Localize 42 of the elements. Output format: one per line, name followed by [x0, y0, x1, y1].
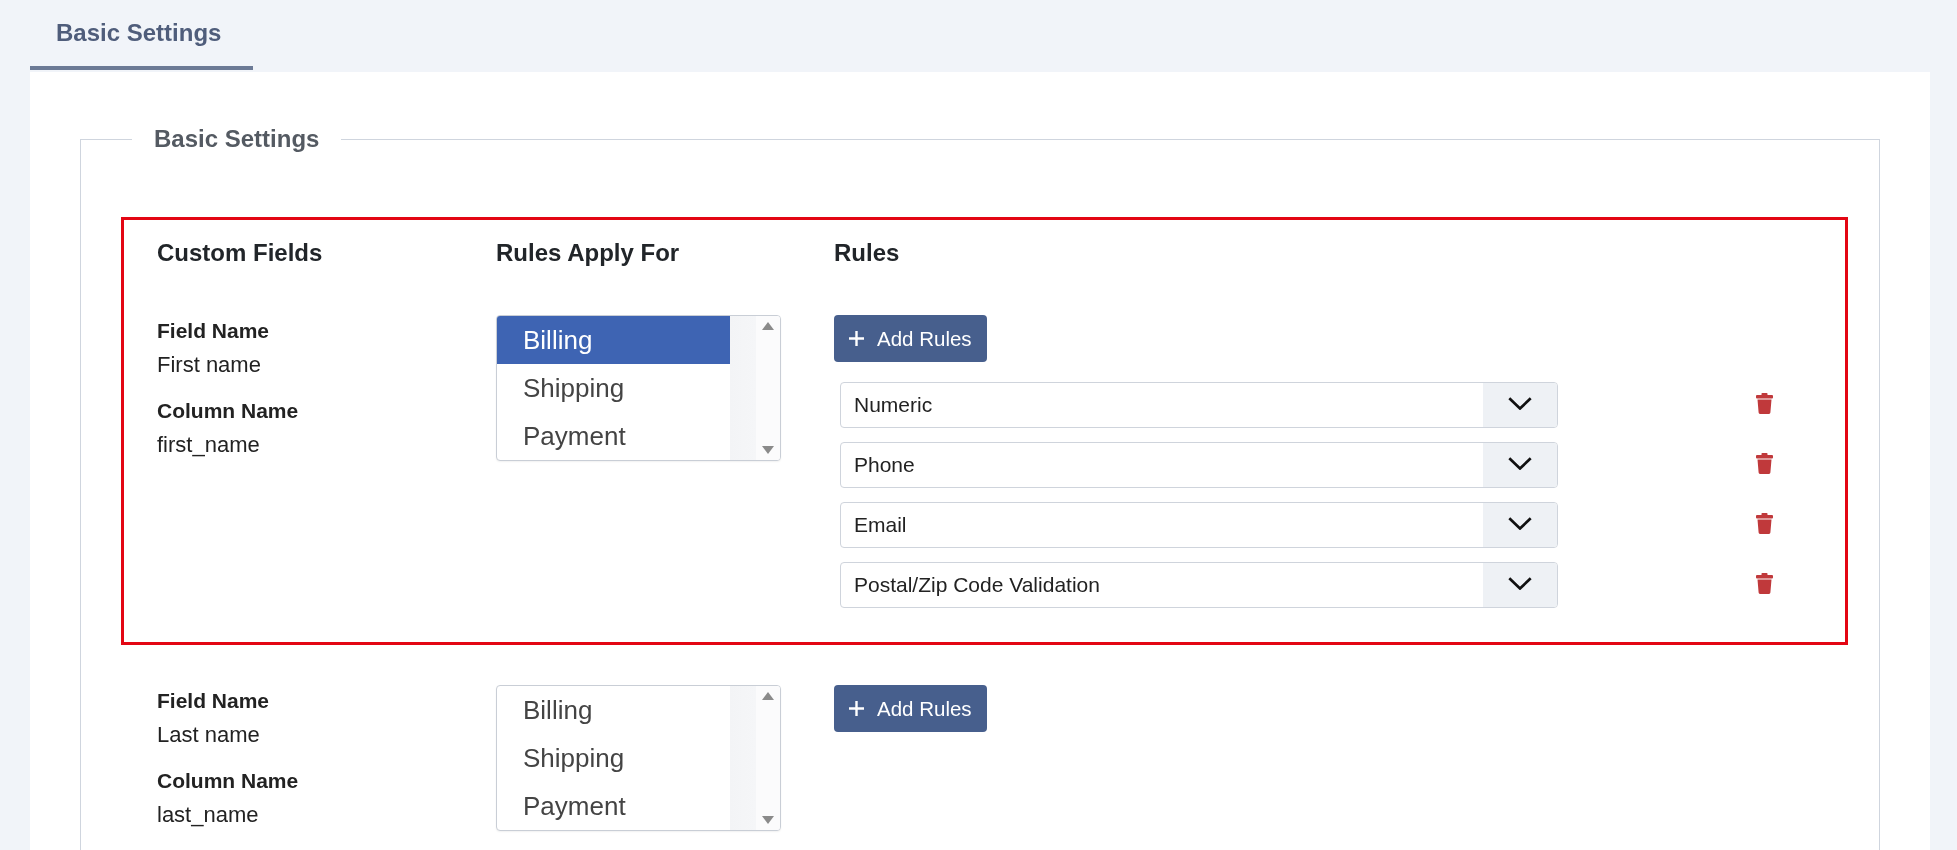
trash-icon[interactable]	[1756, 393, 1773, 414]
column-name-value: first_name	[157, 431, 260, 459]
list-option[interactable]: Payment	[497, 782, 730, 830]
column-header: Custom Fields	[157, 240, 323, 266]
chevron-down-icon	[1508, 397, 1532, 410]
add-rules-button[interactable]: Add Rules	[834, 685, 987, 732]
scrollbar[interactable]	[730, 316, 780, 460]
column-header: Rules	[834, 240, 900, 266]
trash-icon[interactable]	[1756, 513, 1773, 534]
rules-apply-for-listbox[interactable]: Billing Shipping Payment	[496, 315, 781, 461]
scrollbar[interactable]	[730, 686, 780, 830]
chevron-down-icon	[1508, 517, 1532, 530]
trash-icon[interactable]	[1756, 453, 1773, 474]
column-name-label: Column Name	[157, 768, 299, 794]
caret-down-icon[interactable]	[762, 446, 774, 454]
plus-icon	[849, 701, 864, 716]
chevron-down-icon	[1508, 577, 1532, 590]
rule-select[interactable]: Numeric	[840, 382, 1558, 428]
fieldset-legend: Basic Settings	[132, 126, 342, 152]
trash-icon[interactable]	[1756, 573, 1773, 594]
field-name-label: Field Name	[157, 318, 270, 344]
caret-up-icon[interactable]	[762, 692, 774, 700]
rule-select[interactable]: Phone	[840, 442, 1558, 488]
caret-up-icon[interactable]	[762, 322, 774, 330]
list-option[interactable]: Billing	[497, 686, 730, 734]
column-name-label: Column Name	[157, 398, 299, 424]
field-name-label: Field Name	[157, 688, 270, 714]
list-option[interactable]: Billing	[497, 316, 730, 364]
add-rules-button[interactable]: Add Rules	[834, 315, 987, 362]
field-name-value: First name	[157, 351, 261, 379]
chevron-down-icon	[1508, 457, 1532, 470]
rule-select[interactable]: Postal/Zip Code Validation	[840, 562, 1558, 608]
column-name-value: last_name	[157, 801, 259, 829]
caret-down-icon[interactable]	[762, 816, 774, 824]
plus-icon	[849, 331, 864, 346]
column-header: Rules Apply For	[496, 240, 680, 266]
rules-apply-for-listbox[interactable]: Billing Shipping Payment	[496, 685, 781, 831]
list-option[interactable]: Shipping	[497, 734, 730, 782]
field-name-value: Last name	[157, 721, 260, 749]
list-option[interactable]: Shipping	[497, 364, 730, 412]
rule-select[interactable]: Email	[840, 502, 1558, 548]
list-option[interactable]: Payment	[497, 412, 730, 460]
